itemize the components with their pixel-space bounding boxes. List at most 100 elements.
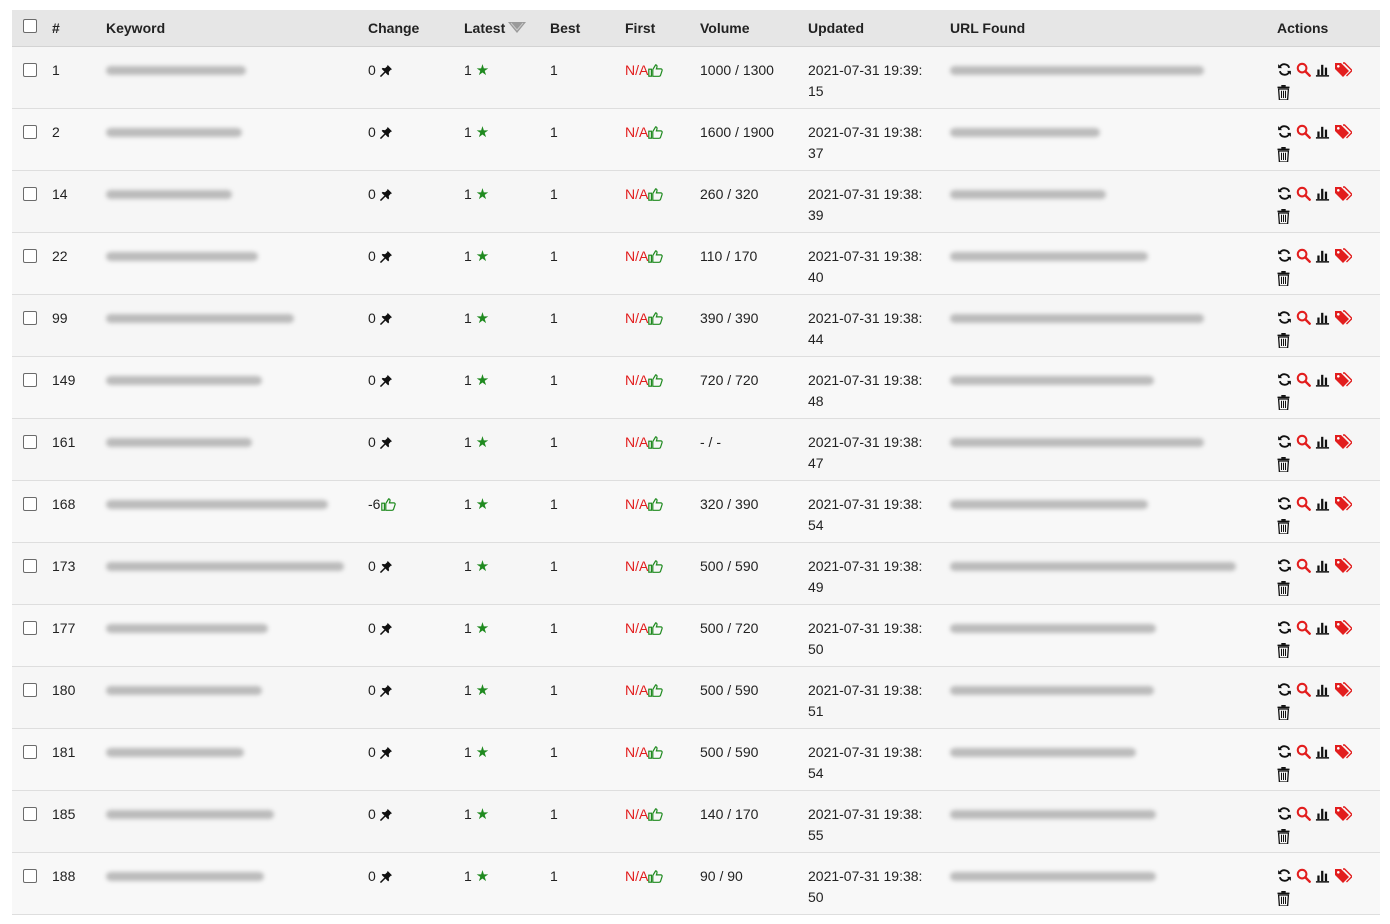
refresh-icon[interactable] — [1277, 496, 1292, 517]
url-redacted[interactable] — [950, 375, 1154, 385]
tag-icon[interactable] — [1334, 247, 1353, 269]
url-redacted[interactable] — [950, 685, 1154, 695]
column-change[interactable]: Change — [364, 10, 460, 47]
search-icon[interactable] — [1296, 186, 1311, 207]
refresh-icon[interactable] — [1277, 434, 1292, 455]
refresh-icon[interactable] — [1277, 682, 1292, 703]
tag-icon[interactable] — [1334, 805, 1353, 827]
search-icon[interactable] — [1296, 744, 1311, 765]
trash-icon[interactable] — [1277, 270, 1290, 292]
tag-icon[interactable] — [1334, 619, 1353, 641]
tag-icon[interactable] — [1334, 495, 1353, 517]
bar-chart-icon[interactable] — [1315, 868, 1330, 889]
url-redacted[interactable] — [950, 437, 1204, 447]
url-redacted[interactable] — [950, 189, 1106, 199]
bar-chart-icon[interactable] — [1315, 682, 1330, 703]
column-first[interactable]: First — [621, 10, 696, 47]
trash-icon[interactable] — [1277, 456, 1290, 478]
bar-chart-icon[interactable] — [1315, 434, 1330, 455]
bar-chart-icon[interactable] — [1315, 372, 1330, 393]
trash-icon[interactable] — [1277, 580, 1290, 602]
url-redacted[interactable] — [950, 871, 1156, 881]
search-icon[interactable] — [1296, 372, 1311, 393]
bar-chart-icon[interactable] — [1315, 558, 1330, 579]
url-redacted[interactable] — [950, 747, 1136, 757]
tag-icon[interactable] — [1334, 867, 1353, 889]
refresh-icon[interactable] — [1277, 248, 1292, 269]
search-icon[interactable] — [1296, 620, 1311, 641]
column-url-found[interactable]: URL Found — [946, 10, 1273, 47]
refresh-icon[interactable] — [1277, 744, 1292, 765]
column-keyword[interactable]: Keyword — [102, 10, 364, 47]
trash-icon[interactable] — [1277, 208, 1290, 230]
refresh-icon[interactable] — [1277, 372, 1292, 393]
tag-icon[interactable] — [1334, 681, 1353, 703]
search-icon[interactable] — [1296, 496, 1311, 517]
search-icon[interactable] — [1296, 806, 1311, 827]
refresh-icon[interactable] — [1277, 620, 1292, 641]
search-icon[interactable] — [1296, 682, 1311, 703]
trash-icon[interactable] — [1277, 146, 1290, 168]
url-redacted[interactable] — [950, 623, 1156, 633]
bar-chart-icon[interactable] — [1315, 248, 1330, 269]
trash-icon[interactable] — [1277, 332, 1290, 354]
tag-icon[interactable] — [1334, 123, 1353, 145]
bar-chart-icon[interactable] — [1315, 62, 1330, 83]
row-checkbox[interactable] — [23, 310, 37, 325]
bar-chart-icon[interactable] — [1315, 620, 1330, 641]
url-redacted[interactable] — [950, 561, 1236, 571]
search-icon[interactable] — [1296, 434, 1311, 455]
bar-chart-icon[interactable] — [1315, 744, 1330, 765]
row-checkbox[interactable] — [23, 186, 37, 201]
bar-chart-icon[interactable] — [1315, 310, 1330, 331]
row-checkbox[interactable] — [23, 682, 37, 697]
row-checkbox[interactable] — [23, 62, 37, 77]
tag-icon[interactable] — [1334, 433, 1353, 455]
trash-icon[interactable] — [1277, 766, 1290, 788]
trash-icon[interactable] — [1277, 704, 1290, 726]
url-redacted[interactable] — [950, 809, 1156, 819]
search-icon[interactable] — [1296, 868, 1311, 889]
column-volume[interactable]: Volume — [696, 10, 804, 47]
row-checkbox[interactable] — [23, 744, 37, 759]
trash-icon[interactable] — [1277, 84, 1290, 106]
row-checkbox[interactable] — [23, 558, 37, 573]
bar-chart-icon[interactable] — [1315, 496, 1330, 517]
row-checkbox[interactable] — [23, 248, 37, 263]
url-redacted[interactable] — [950, 65, 1204, 75]
trash-icon[interactable] — [1277, 890, 1290, 912]
bar-chart-icon[interactable] — [1315, 186, 1330, 207]
tag-icon[interactable] — [1334, 371, 1353, 393]
trash-icon[interactable] — [1277, 828, 1290, 850]
tag-icon[interactable] — [1334, 185, 1353, 207]
column-best[interactable]: Best — [546, 10, 621, 47]
select-all-checkbox[interactable] — [23, 19, 37, 34]
refresh-icon[interactable] — [1277, 186, 1292, 207]
row-checkbox[interactable] — [23, 372, 37, 387]
column-latest[interactable]: Latest — [460, 10, 546, 47]
column-updated[interactable]: Updated — [804, 10, 946, 47]
tag-icon[interactable] — [1334, 557, 1353, 579]
row-checkbox[interactable] — [23, 496, 37, 511]
trash-icon[interactable] — [1277, 394, 1290, 416]
trash-icon[interactable] — [1277, 642, 1290, 664]
search-icon[interactable] — [1296, 124, 1311, 145]
url-redacted[interactable] — [950, 313, 1204, 323]
row-checkbox[interactable] — [23, 434, 37, 449]
refresh-icon[interactable] — [1277, 62, 1292, 83]
url-redacted[interactable] — [950, 251, 1148, 261]
refresh-icon[interactable] — [1277, 558, 1292, 579]
bar-chart-icon[interactable] — [1315, 806, 1330, 827]
row-checkbox[interactable] — [23, 124, 37, 139]
search-icon[interactable] — [1296, 310, 1311, 331]
refresh-icon[interactable] — [1277, 310, 1292, 331]
bar-chart-icon[interactable] — [1315, 124, 1330, 145]
url-redacted[interactable] — [950, 499, 1148, 509]
tag-icon[interactable] — [1334, 309, 1353, 331]
search-icon[interactable] — [1296, 62, 1311, 83]
row-checkbox[interactable] — [23, 620, 37, 635]
refresh-icon[interactable] — [1277, 124, 1292, 145]
search-icon[interactable] — [1296, 558, 1311, 579]
refresh-icon[interactable] — [1277, 868, 1292, 889]
tag-icon[interactable] — [1334, 61, 1353, 83]
